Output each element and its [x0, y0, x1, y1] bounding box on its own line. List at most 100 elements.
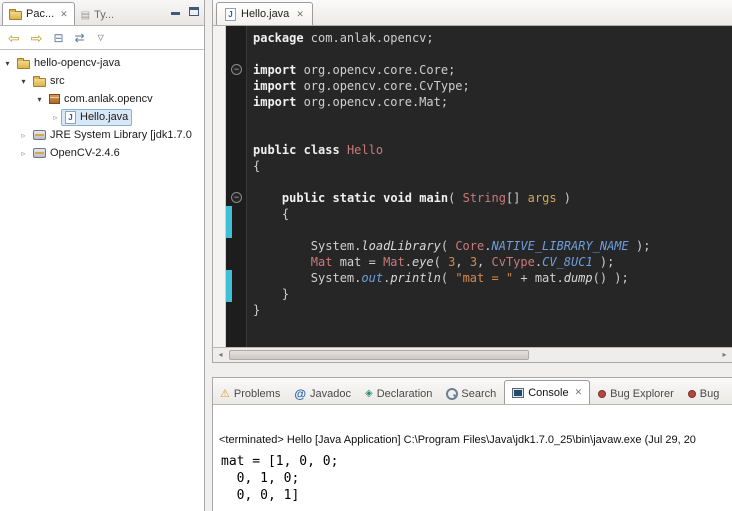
code-line: [253, 174, 732, 190]
bottom-tabbar: ⚠ Problems @ Javadoc ◈Declaration Search Conso…: [213, 378, 732, 405]
tab-bug[interactable]: Bug: [681, 383, 727, 404]
tab-search[interactable]: Search: [439, 383, 503, 404]
console-process-title: <terminated> Hello [Java Application] C:…: [219, 434, 732, 446]
code-line: import org.opencv.core.Mat;: [253, 94, 732, 110]
code-line: package com.anlak.opencv;: [253, 30, 732, 46]
library-icon: [33, 148, 46, 158]
java-file-icon: J: [225, 8, 236, 21]
java-project-icon: [17, 60, 30, 69]
tab-label: Problems: [234, 388, 280, 400]
editor-tab-label: Hello.java: [241, 8, 289, 20]
javadoc-icon: @: [294, 387, 306, 401]
tab-console[interactable]: Console✕: [504, 380, 590, 404]
collapse-arrow-icon[interactable]: ▹: [18, 131, 29, 140]
tree-item-hello-java[interactable]: ▹JHello.java: [0, 108, 204, 126]
horizontal-scrollbar[interactable]: ◂ ▸: [213, 347, 732, 362]
console-view: ⚠ Problems @ Javadoc ◈Declaration Search Conso…: [212, 377, 732, 511]
editor-and-console-area: J Hello.java ✕ − − package com.anlak.ope…: [205, 0, 732, 511]
tree-item-opencv-2-4-6[interactable]: ▹ OpenCV-2.4.6: [0, 144, 204, 162]
type-hierarchy-icon: ▤: [81, 10, 90, 21]
tree-item-label: com.anlak.opencv: [64, 93, 153, 105]
console-line: 0, 0, 1]: [221, 487, 732, 504]
tab-label: Ty...: [94, 9, 114, 21]
collapse-arrow-icon[interactable]: ▹: [50, 113, 61, 122]
link-with-editor-icon[interactable]: ⇄: [75, 31, 85, 45]
tree-item-body[interactable]: hello-opencv-java: [13, 55, 124, 71]
forward-icon[interactable]: ⇨: [31, 31, 43, 45]
tab-problems[interactable]: ⚠ Problems: [213, 383, 287, 404]
tab-label: Search: [461, 388, 496, 400]
tab-label: Pac...: [26, 8, 54, 20]
tab-bug-explorer[interactable]: Bug Explorer: [591, 383, 681, 404]
tab-hello-java[interactable]: J Hello.java ✕: [216, 2, 313, 25]
collapse-all-icon[interactable]: ⊟: [53, 31, 63, 45]
tree-item-com-anlak-opencv[interactable]: ▾ com.anlak.opencv: [0, 90, 204, 108]
code-editor-text[interactable]: package com.anlak.opencv; import org.ope…: [247, 26, 732, 347]
left-panel-tabbar: Pac... ✕ ▤ Ty...: [0, 0, 204, 26]
fold-collapse-icon[interactable]: −: [231, 192, 242, 203]
tree-item-hello-opencv-java[interactable]: ▾hello-opencv-java: [0, 54, 204, 72]
package-explorer-icon: [9, 11, 22, 20]
console-line: 0, 1, 0;: [221, 470, 732, 487]
close-icon[interactable]: ✕: [296, 9, 304, 20]
code-line: import org.opencv.core.CvType;: [253, 78, 732, 94]
library-icon: [33, 130, 46, 140]
tab-package-explorer[interactable]: Pac... ✕: [2, 2, 75, 25]
view-menu-icon[interactable]: ▽: [98, 33, 104, 42]
fold-collapse-icon[interactable]: −: [231, 64, 242, 75]
code-line: }: [253, 286, 732, 302]
code-line: System.loadLibrary( Core.NATIVE_LIBRARY_…: [253, 238, 732, 254]
tab-type-hierarchy[interactable]: ▤ Ty...: [75, 5, 120, 25]
tree-item-src[interactable]: ▾ src: [0, 72, 204, 90]
minimize-icon[interactable]: [171, 7, 181, 16]
tab-label: Bug: [700, 388, 720, 400]
code-line: [253, 126, 732, 142]
scroll-right-icon[interactable]: ▸: [717, 348, 732, 362]
scrollbar-thumb[interactable]: [229, 350, 529, 360]
package-icon: [49, 94, 60, 104]
expand-arrow-icon[interactable]: ▾: [18, 77, 29, 86]
tab-label: Bug Explorer: [610, 388, 674, 400]
tree-item-body[interactable]: OpenCV-2.4.6: [29, 145, 124, 161]
back-icon[interactable]: ⇦: [8, 31, 20, 45]
tree-item-body[interactable]: JHello.java: [61, 109, 132, 126]
bug-icon: [598, 390, 606, 398]
code-line: Mat mat = Mat.eye( 3, 3, CvType.CV_8UC1 …: [253, 254, 732, 270]
console-line: mat = [1, 0, 0;: [221, 453, 732, 470]
eclipse-workbench: Pac... ✕ ▤ Ty... ⇦ ⇨ ⊟ ⇄ ▽ ▾hello-opencv…: [0, 0, 732, 511]
tab-label: Javadoc: [310, 388, 351, 400]
problems-icon: ⚠: [220, 387, 230, 400]
collapse-arrow-icon[interactable]: ▹: [18, 149, 29, 158]
expand-arrow-icon[interactable]: ▾: [2, 59, 13, 68]
tree-item-body[interactable]: src: [29, 73, 69, 89]
expand-arrow-icon[interactable]: ▾: [34, 95, 45, 104]
tree-item-body[interactable]: JRE System Library [jdk1.7.0: [29, 127, 196, 143]
declaration-icon: ◈: [365, 388, 373, 399]
code-line: import org.opencv.core.Core;: [253, 62, 732, 78]
code-line: [253, 222, 732, 238]
annotation-ruler: [213, 26, 226, 347]
tree-item-body[interactable]: com.anlak.opencv: [45, 91, 157, 107]
occurrence-marker: [226, 206, 232, 238]
close-icon[interactable]: ✕: [60, 9, 68, 20]
close-icon[interactable]: ✕: [575, 387, 583, 398]
tree-item-label: src: [50, 75, 65, 87]
code-line: System.out.println( "mat = " + mat.dump(…: [253, 270, 732, 286]
folding-ruler[interactable]: − −: [226, 26, 247, 347]
occurrence-marker: [226, 270, 232, 302]
tree-item-label: OpenCV-2.4.6: [50, 147, 120, 159]
tab-javadoc[interactable]: @ Javadoc: [287, 383, 358, 404]
console-icon: [512, 388, 524, 398]
tree-item-jre-system-library-jdk1-7-0[interactable]: ▹ JRE System Library [jdk1.7.0: [0, 126, 204, 144]
editor-body: − − package com.anlak.opencv; import org…: [213, 26, 732, 347]
source-folder-icon: [33, 78, 46, 87]
maximize-icon[interactable]: [189, 7, 199, 16]
tree-item-label: JRE System Library [jdk1.7.0: [50, 129, 192, 141]
console-content: <terminated> Hello [Java Application] C:…: [213, 405, 732, 511]
scroll-left-icon[interactable]: ◂: [213, 348, 228, 362]
tab-declaration[interactable]: ◈Declaration: [358, 383, 439, 404]
tree-item-label: Hello.java: [80, 111, 128, 123]
console-output[interactable]: mat = [1, 0, 0; 0, 1, 0; 0, 0, 1]: [221, 453, 732, 504]
editor-tabbar: J Hello.java ✕: [213, 0, 732, 26]
package-explorer-view: Pac... ✕ ▤ Ty... ⇦ ⇨ ⊟ ⇄ ▽ ▾hello-opencv…: [0, 0, 205, 511]
